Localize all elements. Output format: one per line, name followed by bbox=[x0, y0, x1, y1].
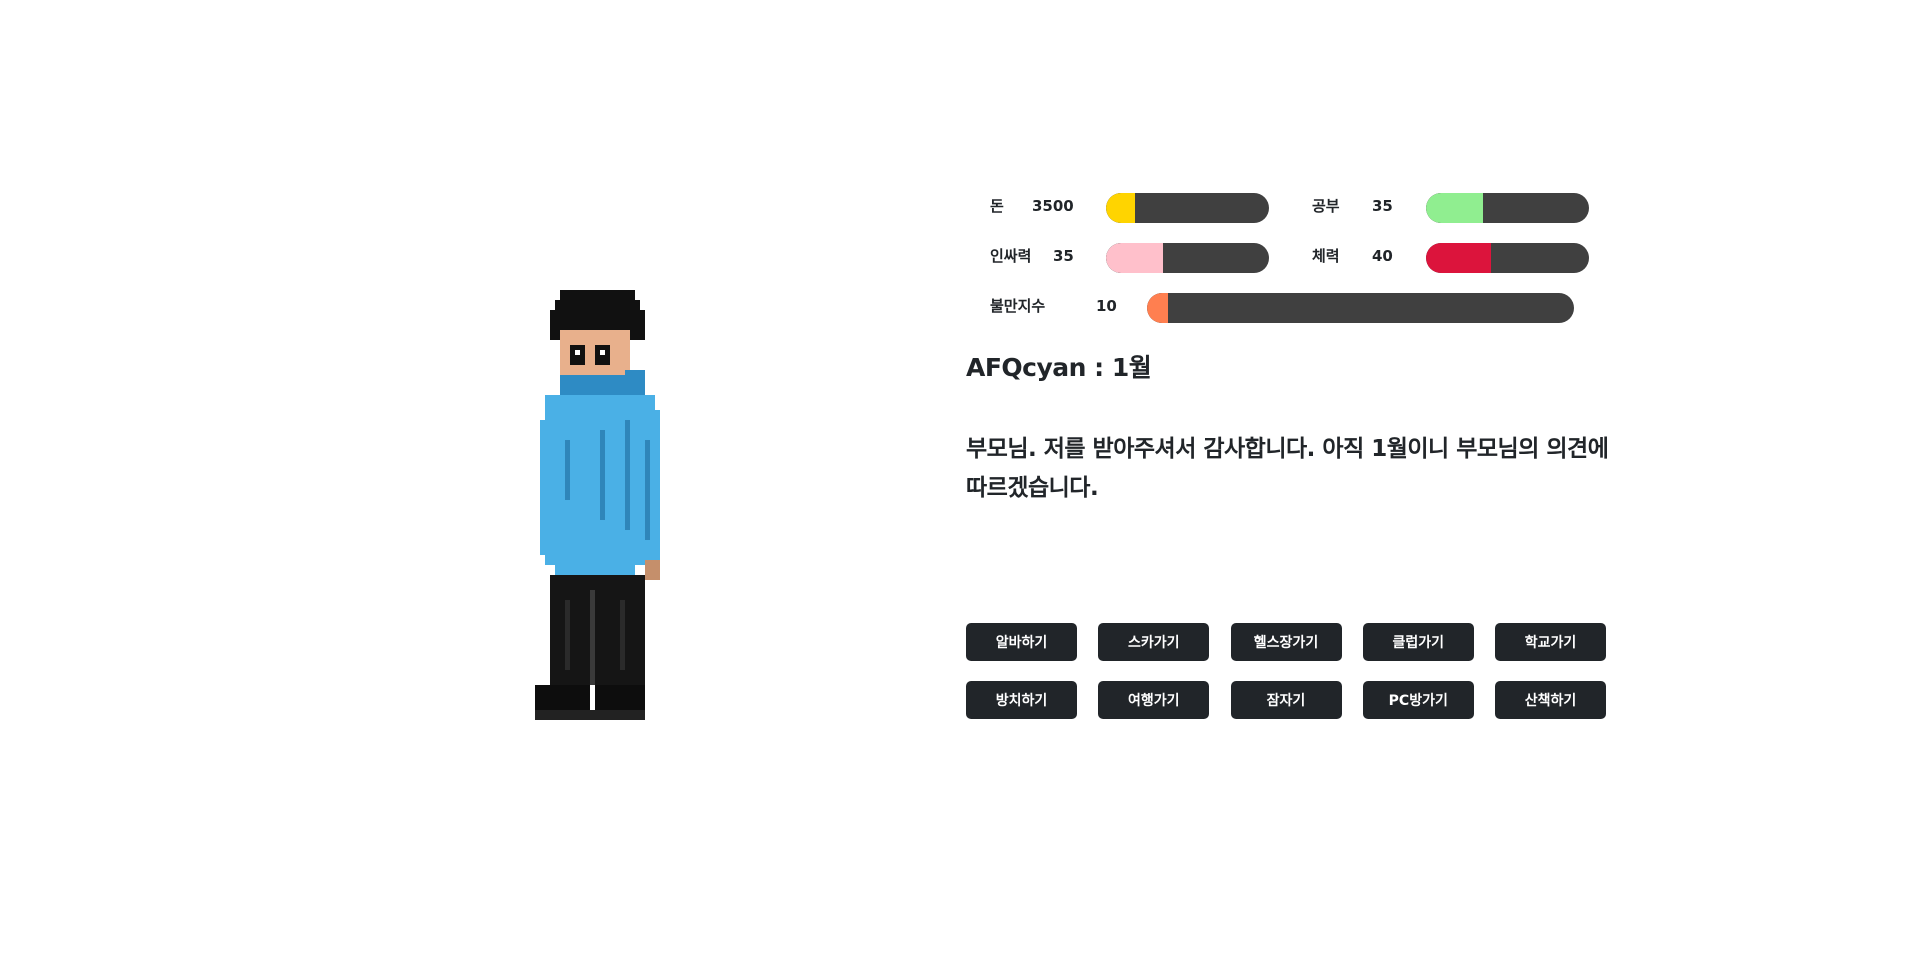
stat-charm-label: 인싸력 bbox=[990, 247, 1032, 265]
stat-stamina-value: 40 bbox=[1372, 247, 1393, 265]
stat-money-bar bbox=[1106, 193, 1269, 223]
stat-charm: 인싸력 35 bbox=[966, 240, 1269, 273]
stat-study-label: 공부 bbox=[1312, 197, 1340, 215]
stat-stamina-bar-fill bbox=[1426, 243, 1492, 273]
action-button-sleep[interactable]: 잠자기 bbox=[1230, 681, 1342, 719]
stat-money: 돈 3500 bbox=[966, 190, 1269, 223]
action-button-walk[interactable]: 산책하기 bbox=[1495, 681, 1606, 719]
stat-money-bar-fill bbox=[1106, 193, 1136, 223]
character-sprite bbox=[535, 290, 695, 730]
stat-charm-value: 35 bbox=[1053, 247, 1074, 265]
action-button-study-cafe[interactable]: 스카가기 bbox=[1098, 623, 1210, 661]
action-buttons: 알바하기 스카가기 헬스장가기 클럽가기 학교가기 방치하기 여행가기 잠자기 … bbox=[966, 623, 1606, 739]
action-button-pc-bang[interactable]: PC방가기 bbox=[1362, 681, 1474, 719]
stat-discontent: 불만지수 10 bbox=[966, 290, 1606, 323]
action-button-club[interactable]: 클럽가기 bbox=[1362, 623, 1474, 661]
stat-stamina: 체력 40 bbox=[1306, 240, 1606, 273]
stat-charm-bar bbox=[1106, 243, 1269, 273]
action-button-travel[interactable]: 여행가기 bbox=[1098, 681, 1210, 719]
status-panel: 돈 3500 공부 35 인싸력 35 체력 40 불만지수 10 AFQcya… bbox=[966, 190, 1609, 719]
stat-study-bar bbox=[1426, 193, 1589, 223]
stat-discontent-bar-fill bbox=[1147, 293, 1169, 323]
action-row-1: 알바하기 스카가기 헬스장가기 클럽가기 학교가기 bbox=[966, 623, 1606, 661]
stat-study-value: 35 bbox=[1372, 197, 1393, 215]
action-button-gym[interactable]: 헬스장가기 bbox=[1230, 623, 1342, 661]
stat-discontent-value: 10 bbox=[1096, 297, 1117, 315]
stat-charm-bar-fill bbox=[1106, 243, 1164, 273]
action-button-neglect[interactable]: 방치하기 bbox=[966, 681, 1077, 719]
action-button-part-time-job[interactable]: 알바하기 bbox=[966, 623, 1077, 661]
stat-stamina-bar bbox=[1426, 243, 1589, 273]
stat-row-3: 불만지수 10 bbox=[966, 290, 1606, 340]
stat-row-2: 인싸력 35 체력 40 bbox=[966, 240, 1606, 290]
action-row-2: 방치하기 여행가기 잠자기 PC방가기 산책하기 bbox=[966, 681, 1606, 719]
action-button-school[interactable]: 학교가기 bbox=[1495, 623, 1606, 661]
stat-stamina-label: 체력 bbox=[1312, 247, 1340, 265]
stat-row-1: 돈 3500 공부 35 bbox=[966, 190, 1606, 240]
character-icon bbox=[535, 290, 660, 720]
game-screen: 돈 3500 공부 35 인싸력 35 체력 40 불만지수 10 AFQcya… bbox=[0, 0, 1919, 953]
stat-discontent-bar bbox=[1147, 293, 1574, 323]
stat-money-label: 돈 bbox=[990, 197, 1004, 215]
stat-study-bar-fill bbox=[1426, 193, 1484, 223]
stat-discontent-label: 불만지수 bbox=[990, 297, 1046, 315]
dialogue-message: 부모님. 저를 받아주셔서 감사합니다. 아직 1월이니 부모님의 의견에 따르… bbox=[966, 436, 1609, 501]
stat-study: 공부 35 bbox=[1306, 190, 1606, 223]
player-month-heading: AFQcyan : 1월 bbox=[966, 353, 1152, 382]
